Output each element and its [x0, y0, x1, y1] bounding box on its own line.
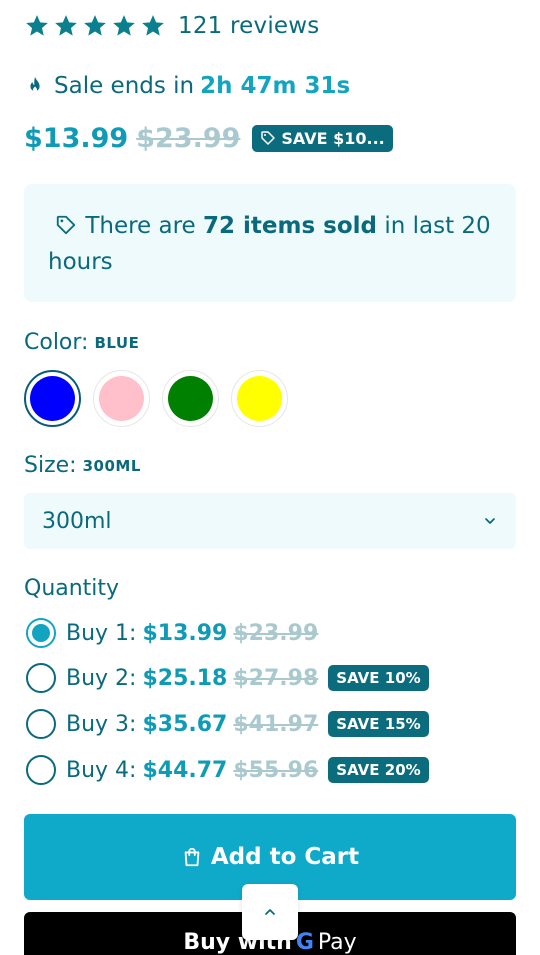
save-badge: SAVE $10...	[252, 124, 393, 152]
size-label: Size: 300ML	[24, 453, 141, 478]
quantity-price: $44.77	[142, 757, 228, 783]
quantity-label: Buy 1:	[66, 620, 137, 646]
swatch-blue-fill	[30, 376, 75, 421]
star-icon	[142, 15, 164, 36]
radio-button[interactable]	[26, 663, 56, 693]
add-to-cart-label: Add to Cart	[210, 844, 360, 870]
quantity-option-2[interactable]: Buy 2: $25.18 $27.98 SAVE 10%	[26, 660, 429, 696]
quantity-compare-price: $41.97	[233, 711, 319, 737]
chevron-down-icon	[485, 518, 495, 524]
quantity-label: Buy 2:	[66, 665, 137, 691]
quantity-option-4[interactable]: Buy 4: $44.77 $55.96 SAVE 20%	[26, 752, 429, 788]
swatch-green-fill	[168, 376, 213, 421]
quantity-save-badge: SAVE 10%	[328, 665, 429, 691]
tag-icon	[57, 215, 76, 235]
size-label-text: Size:	[24, 453, 77, 478]
color-label: Color: BLUE	[24, 330, 139, 355]
star-rating	[24, 13, 166, 39]
size-select[interactable]: 300ml	[24, 493, 516, 549]
swatch-yellow-fill	[237, 376, 282, 421]
quantity-compare-price: $23.99	[233, 620, 319, 646]
quantity-option-3[interactable]: Buy 3: $35.67 $41.97 SAVE 15%	[26, 706, 429, 742]
quantity-label: Buy 4:	[66, 757, 137, 783]
swatch-pink[interactable]	[93, 370, 150, 427]
gpay-pay-label: Pay	[317, 929, 357, 955]
swatch-pink-fill	[99, 376, 144, 421]
quantity-label: Buy 3:	[66, 711, 137, 737]
countdown-timer: 2h 47m 31s	[200, 73, 351, 99]
scroll-to-top-button[interactable]	[242, 884, 298, 940]
star-icon	[84, 15, 106, 36]
radio-button[interactable]	[26, 755, 56, 785]
swatch-blue[interactable]	[24, 370, 81, 427]
sale-price: $13.99	[24, 122, 129, 154]
star-icon	[55, 15, 77, 36]
compare-price: $23.99	[136, 122, 241, 154]
price-row: $13.99 $23.99 SAVE $10...	[24, 118, 393, 158]
quantity-price: $25.18	[142, 665, 228, 691]
quantity-save-badge: SAVE 15%	[328, 711, 429, 737]
quantity-title: Quantity	[24, 576, 120, 601]
sold-count: 72 items sold	[203, 213, 378, 239]
star-icon	[113, 15, 135, 36]
quantity-price: $35.67	[142, 711, 228, 737]
shopping-bag-icon	[184, 847, 200, 867]
quantity-compare-price: $27.98	[233, 665, 319, 691]
radio-button[interactable]	[26, 709, 56, 739]
size-selected-value: 300ML	[82, 456, 141, 475]
radio-button[interactable]	[26, 618, 56, 648]
quantity-save-badge: SAVE 20%	[328, 757, 429, 783]
quantity-price: $13.99	[142, 620, 228, 646]
sold-notice: There are 72 items sold in last 20 hours	[24, 184, 516, 302]
quantity-compare-price: $55.96	[233, 757, 319, 783]
swatch-green[interactable]	[162, 370, 219, 427]
color-selected-value: BLUE	[94, 333, 140, 352]
star-icon	[26, 15, 48, 36]
sold-prefix: There are	[85, 213, 196, 239]
fire-icon	[30, 76, 40, 92]
rating-row[interactable]: 121 reviews	[24, 10, 319, 42]
sale-text: Sale ends in	[54, 73, 195, 99]
radio-checked-dot	[32, 624, 50, 642]
quantity-option-1[interactable]: Buy 1: $13.99 $23.99	[26, 615, 328, 651]
size-select-value: 300ml	[42, 508, 112, 534]
chevron-up-icon	[265, 909, 275, 915]
swatch-yellow[interactable]	[231, 370, 288, 427]
sale-timer: Sale ends in 2h 47m 31s	[24, 70, 350, 102]
color-swatches	[24, 370, 288, 427]
color-label-text: Color:	[24, 330, 89, 355]
reviews-count[interactable]: 121 reviews	[178, 13, 319, 39]
tag-icon	[261, 131, 276, 145]
google-g-icon: G	[295, 929, 314, 955]
save-badge-label: SAVE $10...	[281, 128, 385, 148]
